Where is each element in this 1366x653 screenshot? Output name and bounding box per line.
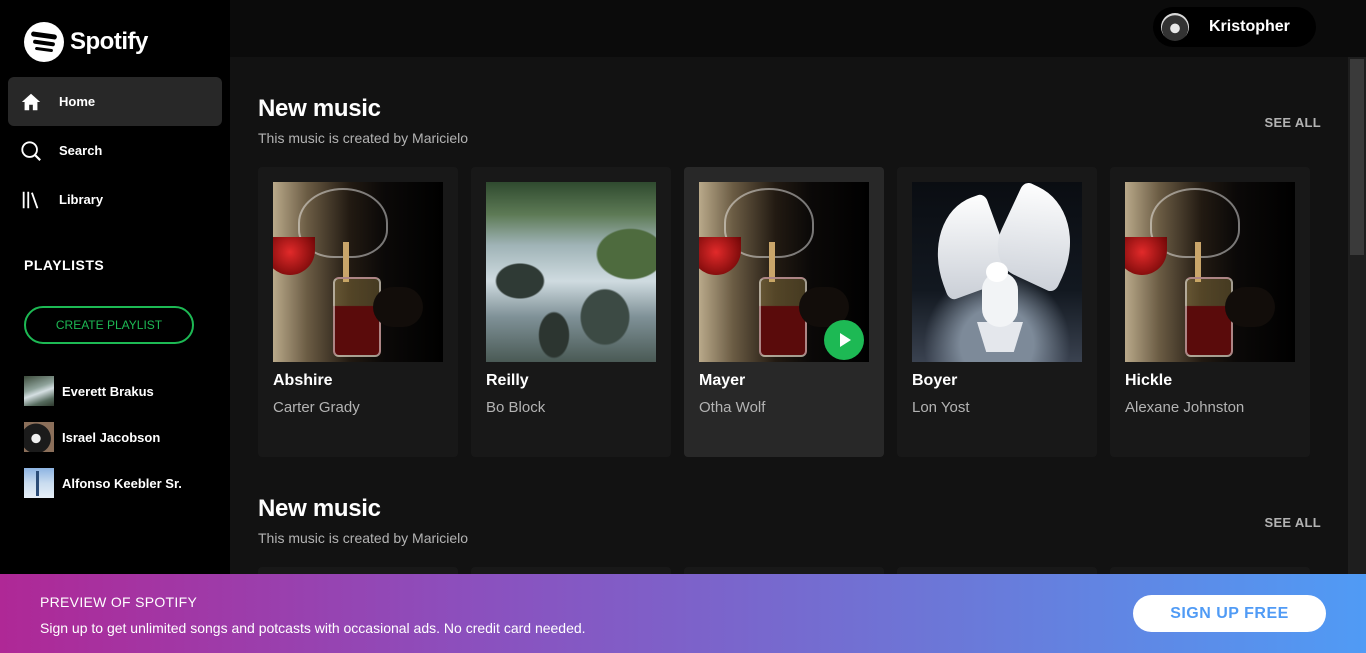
main-content: New music This music is created by Maric… [230, 57, 1348, 653]
banner-text: Sign up to get unlimited songs and potca… [40, 620, 586, 636]
see-all-link[interactable]: SEE ALL [1264, 115, 1321, 130]
play-button[interactable] [824, 320, 864, 360]
album-title: Boyer [912, 372, 958, 389]
playlist-name: Alfonso Keebler Sr. [62, 475, 182, 491]
nav-item-label: Search [59, 143, 103, 158]
user-menu-button[interactable]: Kristopher [1153, 7, 1316, 47]
nav-item-label: Home [59, 94, 96, 109]
app-name: Spotify [70, 28, 148, 55]
sign-up-button[interactable]: SIGN UP FREE [1133, 595, 1326, 632]
nav-item-label: Library [59, 192, 104, 207]
album-title: Reilly [486, 372, 529, 389]
spotify-logo[interactable]: Spotify [24, 22, 148, 62]
playlist-name: Israel Jacobson [62, 429, 161, 445]
album-card[interactable]: Abshire Carter Grady [258, 167, 458, 457]
album-title: Hickle [1125, 372, 1173, 389]
search-icon [21, 140, 41, 161]
playlist-item[interactable]: Israel Jacobson [24, 422, 182, 452]
nav-item-home[interactable]: Home [8, 77, 222, 126]
spotify-logo-icon [24, 22, 64, 62]
home-icon [21, 93, 41, 110]
see-all-link[interactable]: SEE ALL [1264, 515, 1321, 530]
nav-item-search[interactable]: Search [8, 126, 222, 175]
user-name: Kristopher [1209, 18, 1290, 35]
nav-item-library[interactable]: Library [8, 175, 222, 224]
album-artist: Carter Grady [273, 399, 360, 416]
main-nav: Home Search Library [8, 77, 222, 224]
section-new-music-2: New music This music is created by Maric… [258, 495, 1321, 653]
card-row: Abshire Carter Grady Reilly Bo Block May… [258, 167, 1323, 457]
album-cover [486, 182, 656, 362]
play-icon [840, 333, 851, 347]
scrollbar-thumb[interactable] [1350, 59, 1364, 255]
album-artist: Otha Wolf [699, 399, 766, 416]
sidebar: Spotify Home Search Library PLAYLISTS CR… [0, 0, 230, 653]
album-artist: Alexane Johnston [1125, 399, 1245, 416]
album-artist: Lon Yost [912, 399, 970, 416]
album-cover [273, 182, 443, 362]
scrollbar[interactable] [1348, 57, 1366, 653]
album-cover [912, 182, 1082, 362]
playlist-name: Everett Brakus [62, 383, 154, 399]
album-card[interactable]: Mayer Otha Wolf [684, 167, 884, 457]
preview-banner: PREVIEW OF SPOTIFY Sign up to get unlimi… [0, 574, 1366, 653]
album-cover [1125, 182, 1295, 362]
playlist-item[interactable]: Everett Brakus [24, 376, 182, 406]
album-title: Abshire [273, 372, 333, 389]
album-card[interactable]: Hickle Alexane Johnston [1110, 167, 1310, 457]
top-bar: Kristopher [230, 0, 1366, 57]
avatar [1161, 13, 1189, 41]
section-title: New music [258, 495, 381, 522]
section-subtitle: This music is created by Maricielo [258, 530, 469, 546]
playlist-thumbnail [24, 376, 54, 406]
create-playlist-button[interactable]: CREATE PLAYLIST [24, 306, 194, 344]
album-card[interactable]: Boyer Lon Yost [897, 167, 1097, 457]
album-cover [699, 182, 869, 362]
section-title: New music [258, 95, 381, 122]
playlist-list: Everett Brakus Israel Jacobson Alfonso K… [24, 376, 182, 514]
album-artist: Bo Block [486, 399, 546, 416]
section-new-music: New music This music is created by Maric… [258, 95, 1321, 457]
banner-title: PREVIEW OF SPOTIFY [40, 594, 198, 610]
album-card[interactable]: Reilly Bo Block [471, 167, 671, 457]
playlists-heading: PLAYLISTS [24, 257, 105, 273]
playlist-thumbnail [24, 468, 54, 498]
section-subtitle: This music is created by Maricielo [258, 130, 469, 146]
library-icon [22, 191, 39, 209]
playlist-thumbnail [24, 422, 54, 452]
album-title: Mayer [699, 372, 746, 389]
playlist-item[interactable]: Alfonso Keebler Sr. [24, 468, 182, 498]
